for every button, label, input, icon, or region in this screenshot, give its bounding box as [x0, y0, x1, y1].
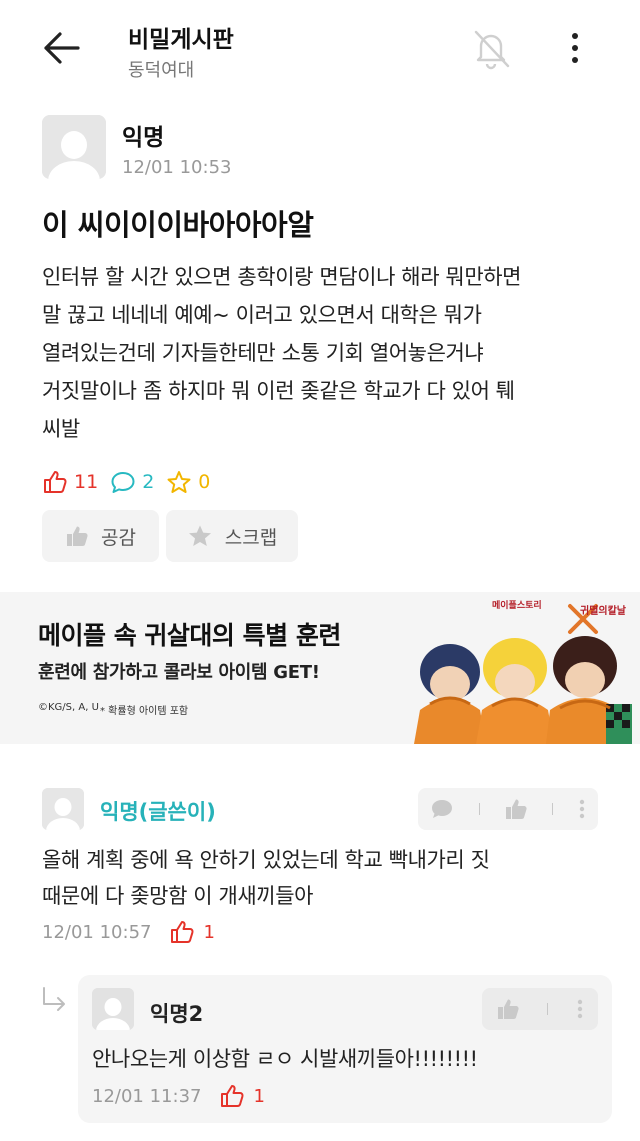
comment-actions	[418, 788, 598, 830]
bell-off-icon	[474, 30, 510, 70]
thumbs-up-icon	[44, 471, 67, 493]
like-count: 11	[42, 470, 98, 494]
default-profile-icon	[42, 115, 106, 179]
like-button[interactable]: 공감	[42, 510, 159, 562]
ad-note: * 확률형 아이템 포함	[100, 706, 189, 717]
reply-timestamp: 12/01 11:37	[92, 1085, 202, 1107]
comment-count-value: 2	[142, 471, 155, 493]
thumbs-up-icon[interactable]	[496, 998, 520, 1020]
scrap-button-label: 스크랩	[224, 526, 278, 549]
ad-copyright: ©KG/S, A, U	[38, 702, 99, 713]
speech-bubble-icon	[111, 472, 135, 493]
ad-logo-maplestory: 메이플스토리	[492, 601, 542, 611]
post-body-line: 거짓말이나 좀 하지마 뭐 이런 좆같은 학교가 다 있어 퉤	[42, 379, 515, 403]
reply-body: 안나오는게 이상함 ㄹㅇ 시발새끼들아!!!!!!!!	[92, 1047, 478, 1071]
reply-meta: 12/01 11:37 1	[92, 1084, 265, 1108]
comment-body-line: 때문에 다 좆망함 이 개새끼들아	[42, 884, 314, 908]
more-options-button[interactable]	[560, 28, 590, 68]
like-count-value: 11	[74, 471, 99, 493]
post-author-avatar	[42, 115, 106, 179]
ad-subtitle: 훈련에 참가하고 콜라보 아이템 GET!	[38, 662, 320, 683]
notification-toggle-button[interactable]	[468, 26, 514, 70]
reply-like-count: 1	[219, 1084, 265, 1108]
reply-like-value: 1	[253, 1085, 265, 1107]
more-vertical-icon[interactable]	[576, 998, 584, 1020]
ad-title: 메이플 속 귀살대의 특별 훈련	[38, 621, 341, 650]
ad-logo-kimetsu: 귀멸의칼날	[580, 606, 626, 617]
post-body: 인터뷰 할 시간 있으면 총학이랑 면담이나 해라 뭐만하면 말 끊고 네네네 …	[42, 258, 612, 448]
more-vertical-icon[interactable]	[578, 798, 586, 820]
post-body-line: 열려있는건데 기자들한테만 소통 기회 열어놓은거냐	[42, 341, 484, 365]
reply-bubble-icon[interactable]	[430, 798, 454, 820]
thumbs-up-icon	[171, 921, 195, 943]
back-button[interactable]	[38, 28, 86, 68]
post-stats: 11 2 0	[42, 466, 222, 498]
divider	[547, 1003, 549, 1015]
reply-actions	[482, 988, 598, 1030]
reply-indent-arrow-icon	[43, 987, 65, 1011]
back-arrow-icon	[44, 32, 80, 64]
comment-author-avatar	[42, 788, 84, 830]
app-header: 비밀게시판 동덕여대	[0, 0, 640, 96]
comment-body: 올해 계획 중에 욕 안하기 있었는데 학교 빡내가리 짓 때문에 다 좆망함 …	[42, 842, 602, 914]
comment-like-count: 1	[169, 920, 215, 944]
divider	[478, 803, 480, 815]
post-body-line: 인터뷰 할 시간 있으면 총학이랑 면담이나 해라 뭐만하면	[42, 265, 522, 289]
school-name: 동덕여대	[128, 60, 195, 81]
article-page: 비밀게시판 동덕여대 익명 12/01 10:53 이 씨이이이바아아아알 인터…	[0, 0, 640, 1141]
thumbs-up-icon	[221, 1085, 245, 1107]
scrap-count-value: 0	[198, 471, 211, 493]
post-title: 이 씨이이이바아아아알	[42, 208, 314, 242]
default-profile-icon	[42, 788, 84, 830]
board-title: 비밀게시판	[128, 27, 234, 53]
divider	[552, 803, 554, 815]
thumbs-up-icon[interactable]	[504, 798, 528, 820]
star-icon	[188, 525, 211, 546]
comment-count: 2	[110, 470, 154, 494]
like-button-label: 공감	[101, 526, 136, 549]
comment-body-line: 올해 계획 중에 욕 안하기 있었는데 학교 빡내가리 짓	[42, 848, 490, 872]
comment-meta: 12/01 10:57 1	[42, 920, 215, 944]
star-icon	[167, 471, 191, 493]
post-author-name: 익명	[122, 125, 165, 151]
reply-author-name: 익명2	[150, 1002, 204, 1026]
post-timestamp: 12/01 10:53	[122, 157, 232, 178]
thumbs-up-icon	[67, 526, 88, 546]
more-vertical-icon	[572, 33, 578, 63]
comment-author-name: 익명(글쓴이)	[100, 800, 216, 824]
scrap-count: 0	[166, 470, 210, 494]
post-body-line: 씨발	[42, 417, 80, 441]
reply-author-avatar	[92, 988, 134, 1030]
comment-timestamp: 12/01 10:57	[42, 921, 152, 943]
ad-banner[interactable]: 메이플 속 귀살대의 특별 훈련 훈련에 참가하고 콜라보 아이템 GET! ©…	[0, 592, 640, 744]
comment-like-value: 1	[203, 921, 215, 943]
default-profile-icon	[92, 988, 134, 1030]
scrap-button[interactable]: 스크랩	[166, 510, 298, 562]
post-body-line: 말 끊고 네네네 예예~ 이러고 있으면서 대학은 뭐가	[42, 303, 482, 327]
